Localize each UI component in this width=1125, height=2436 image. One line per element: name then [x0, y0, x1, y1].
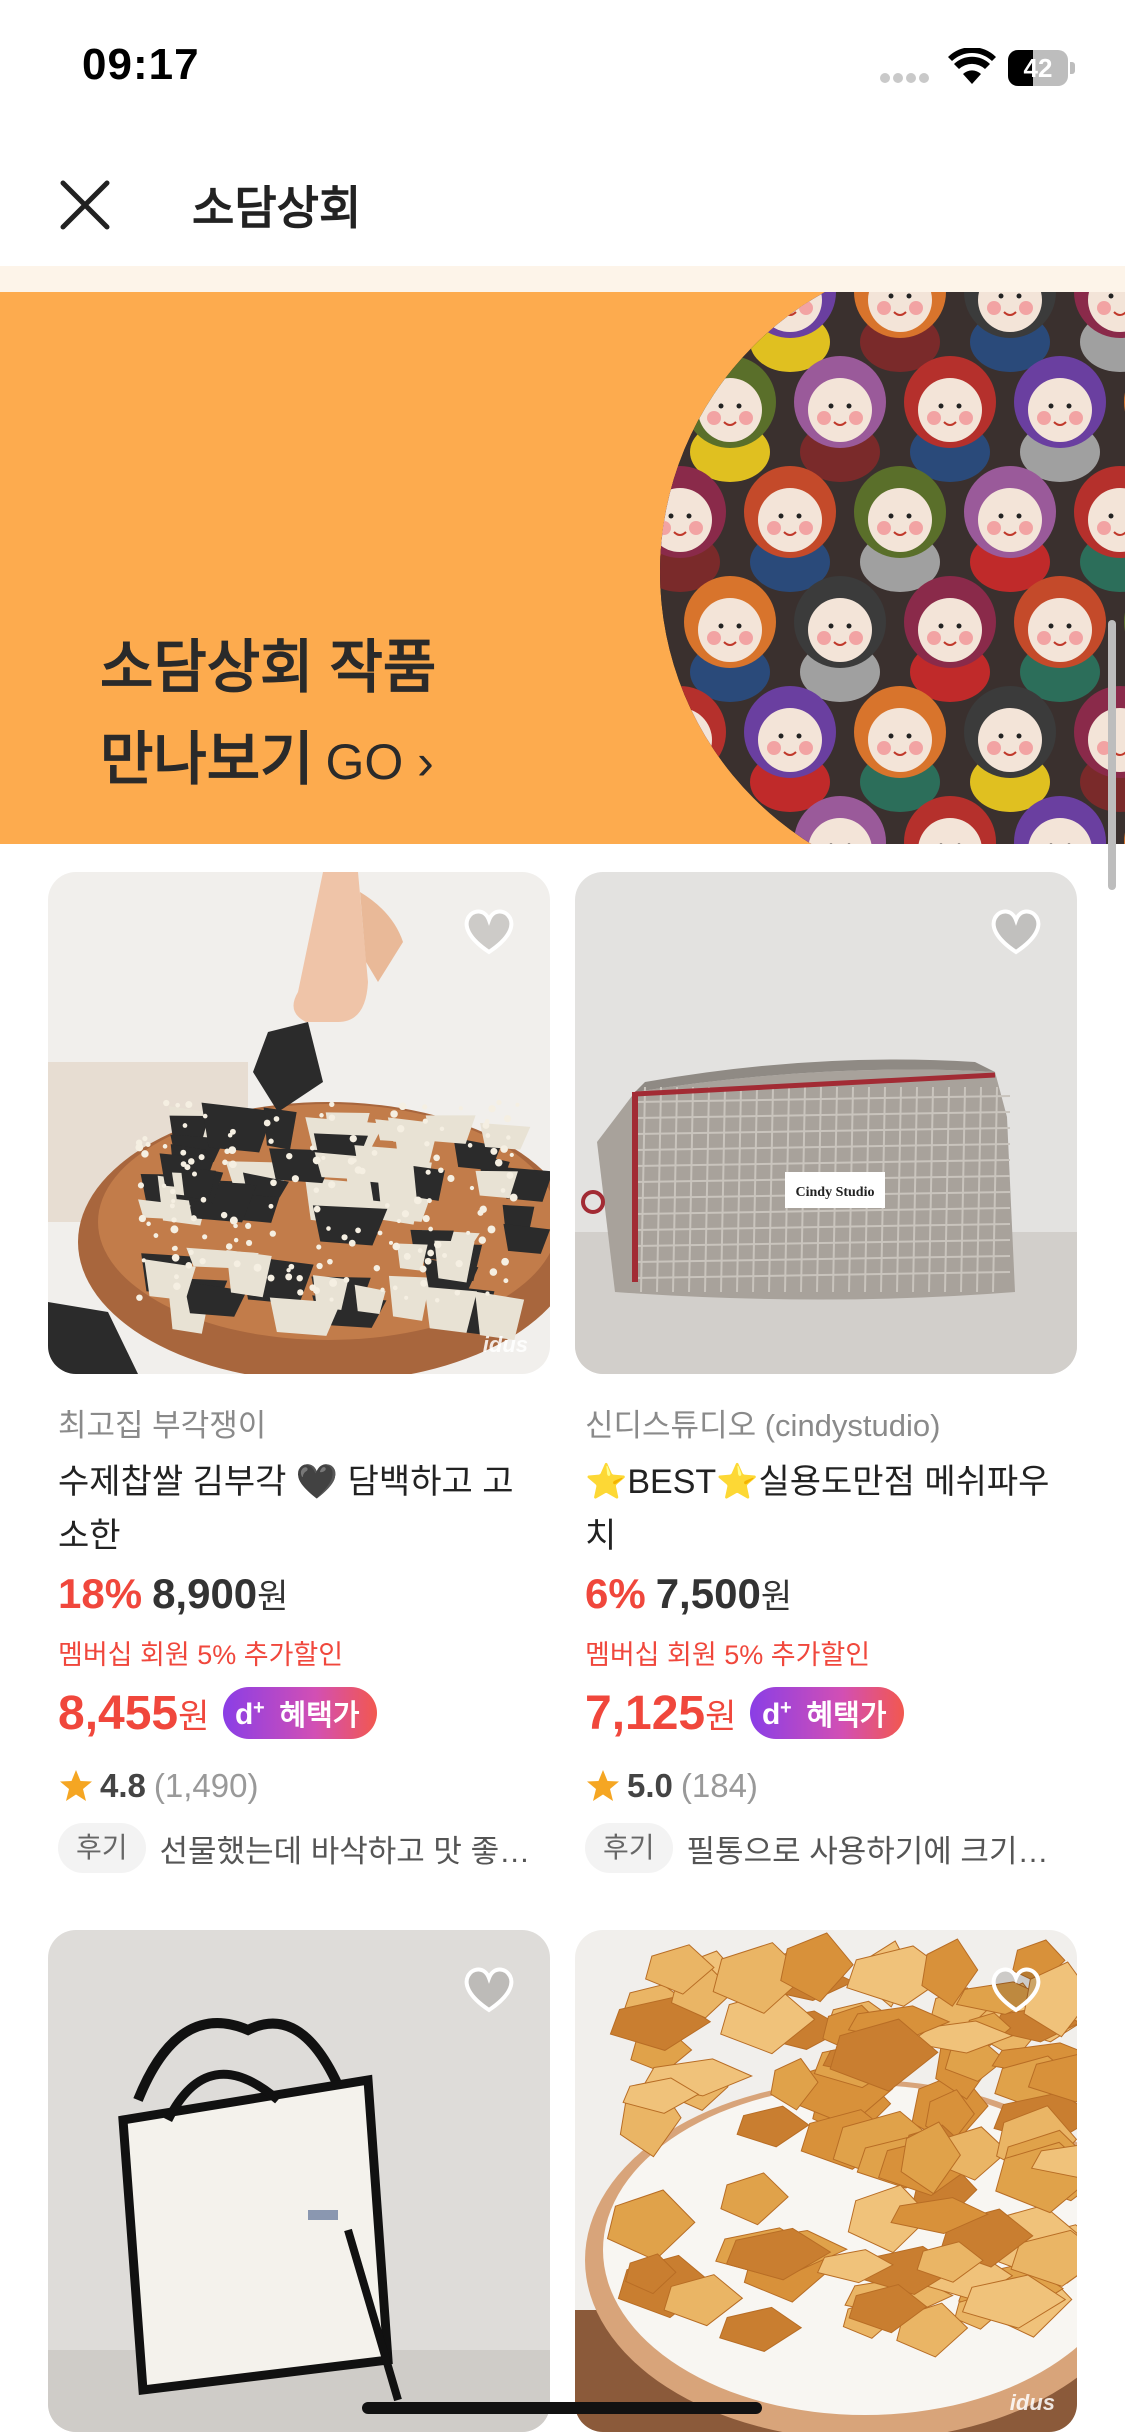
review-row[interactable]: 후기 필통으로 사용하기에 크기도 딱 — [575, 1820, 1077, 1876]
status-bar: 09:17 42 — [0, 0, 1125, 140]
rating-count: (184) — [680, 1767, 758, 1804]
review-text: 선물했는데 바삭하고 맛 좋아요 — [159, 1833, 540, 1869]
star-icon — [60, 1770, 92, 1801]
review-text: 필통으로 사용하기에 크기도 딱 — [686, 1833, 1067, 1869]
rating-row: 4.8 (1,490) — [48, 1762, 550, 1810]
banner-image-dolls — [660, 292, 1125, 844]
rating-value: 5.0 — [627, 1767, 673, 1804]
product-image-canvas-tote-bag[interactable] — [48, 1930, 550, 2432]
scrollbar[interactable] — [1108, 620, 1116, 890]
discount-rate: 18% — [58, 1570, 143, 1617]
wishlist-heart-icon[interactable] — [458, 900, 520, 962]
benefit-badge[interactable]: d + 혜택가 — [750, 1687, 905, 1739]
rating-count: (1,490) — [153, 1767, 259, 1804]
screen: 09:17 42 소담상회 소담상회 작품 만나보기 GO › idus 최고집… — [0, 0, 1125, 2436]
membership-note: 멤버십 회원 5% 추가할인 — [58, 1640, 344, 1670]
currency: 원 — [760, 1578, 793, 1616]
pouch-label: Cindy Studio — [796, 1185, 875, 1200]
product-card[interactable]: idus — [575, 1930, 1077, 2432]
benefit-price: 8,455 — [58, 1686, 179, 1740]
price-row: 18% 8,900원 — [48, 1569, 550, 1627]
benefit-row: 8,455 원 d + 혜택가 — [48, 1678, 550, 1748]
product-card[interactable]: idus 최고집 부각쟁이 수제찹쌀 김부각 🖤 담백하고 고소한 18% 8,9… — [48, 872, 550, 1876]
benefit-badge[interactable]: d + 혜택가 — [223, 1687, 378, 1739]
banner-go-link[interactable]: GO › — [325, 734, 433, 790]
benefit-label: 혜택가 — [279, 1700, 360, 1732]
product-card[interactable]: Cindy Studio 신디스튜디오 (cindystudio) ⭐BEST⭐… — [575, 872, 1077, 1876]
svg-text:d: d — [762, 1698, 780, 1731]
header-divider — [0, 266, 1125, 292]
cellular-signal-icon — [880, 70, 932, 83]
battery-level: 42 — [1023, 53, 1053, 83]
price: 7,500 — [655, 1570, 761, 1617]
rating-row: 5.0 (184) — [575, 1762, 1077, 1810]
svg-text:+: + — [253, 1697, 265, 1719]
benefit-label: 혜택가 — [806, 1700, 887, 1732]
product-title[interactable]: 수제찹쌀 김부각 🖤 담백하고 고소한 — [48, 1455, 550, 1563]
star-icon — [587, 1770, 619, 1801]
product-image-seaweed-chips[interactable]: idus — [48, 872, 550, 1374]
product-card[interactable] — [48, 1930, 550, 2432]
rating-value: 4.8 — [100, 1767, 146, 1804]
idus-watermark: idus — [1009, 2390, 1055, 2415]
header: 소담상회 — [0, 140, 1125, 270]
wishlist-heart-icon[interactable] — [985, 1958, 1047, 2020]
page-title: 소담상회 — [192, 182, 362, 234]
svg-text:+: + — [780, 1697, 792, 1719]
benefit-price: 7,125 — [585, 1686, 706, 1740]
banner-line1: 소담상회 작품 — [100, 635, 437, 700]
product-image-mesh-pouch[interactable]: Cindy Studio — [575, 872, 1077, 1374]
wishlist-heart-icon[interactable] — [985, 900, 1047, 962]
banner-text: 소담상회 작품 만나보기 GO › — [100, 622, 436, 808]
currency: 원 — [257, 1578, 289, 1616]
svg-text:d: d — [235, 1698, 253, 1731]
benefit-currency: 원 — [705, 1697, 737, 1736]
battery-icon: 42 — [1008, 50, 1075, 86]
wifi-icon — [948, 48, 996, 84]
d-plus-icon: d + — [762, 1697, 792, 1731]
review-tag: 후기 — [585, 1823, 673, 1873]
wishlist-heart-icon[interactable] — [458, 1958, 520, 2020]
benefit-row: 7,125 원 d + 혜택가 — [575, 1678, 1077, 1748]
close-icon[interactable] — [50, 170, 120, 240]
review-tag: 후기 — [58, 1823, 146, 1873]
status-time: 09:17 — [82, 40, 200, 89]
idus-watermark: idus — [482, 1332, 528, 1357]
discount-rate: 6% — [585, 1570, 646, 1617]
d-plus-icon: d + — [235, 1697, 265, 1731]
price: 8,900 — [152, 1570, 258, 1617]
shop-name[interactable]: 신디스튜디오 (cindystudio) — [575, 1400, 1077, 1445]
review-row[interactable]: 후기 선물했는데 바삭하고 맛 좋아요 — [48, 1820, 550, 1876]
price-row: 6% 7,500원 — [575, 1569, 1077, 1627]
banner-line2: 만나보기 — [100, 727, 314, 792]
shop-name[interactable]: 최고집 부각쟁이 — [48, 1400, 550, 1445]
membership-note: 멤버십 회원 5% 추가할인 — [585, 1640, 871, 1670]
home-indicator[interactable] — [362, 2402, 762, 2414]
shop-banner[interactable]: 소담상회 작품 만나보기 GO › — [0, 292, 1125, 844]
benefit-currency: 원 — [178, 1697, 210, 1736]
product-image-fried-chips[interactable]: idus — [575, 1930, 1077, 2432]
product-title[interactable]: ⭐BEST⭐실용도만점 메쉬파우치 — [575, 1455, 1077, 1563]
